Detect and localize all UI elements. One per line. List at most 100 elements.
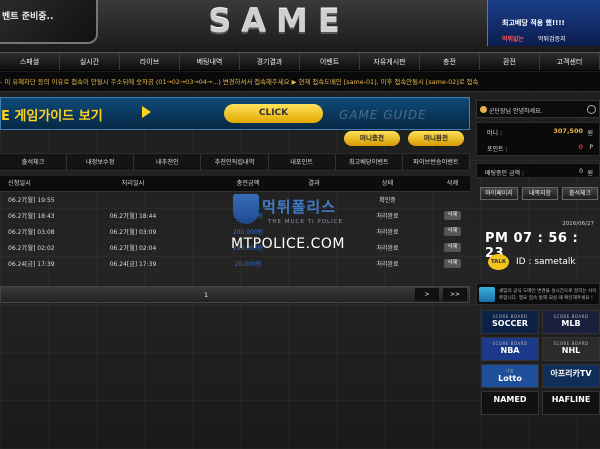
pagination: 1 > >> xyxy=(0,286,470,303)
domain-notice[interactable]: 새임의 공식 도메인 변경을 실시간으로 알리는 사이트입니다. 필요 접속 방… xyxy=(476,283,600,305)
bet-label: 배팅중인 금액 : xyxy=(485,170,524,177)
power-icon[interactable] xyxy=(587,105,596,114)
money-unit: 원 xyxy=(587,130,593,137)
cell-delete: 삭제 xyxy=(435,243,470,252)
notice-ticker: - 이 유혜차단 등의 이유로 접속이 안될시 주소뒤에 숫자끔 (01→02→… xyxy=(0,72,600,92)
cell-requested: 06.24[금] 17:39 xyxy=(8,261,55,268)
promo-banner[interactable]: 최고배당 적용 했!!!! 먹튀없는 먹튀검증지 xyxy=(487,0,600,46)
cell-requested: 06.27[월] 19:55 xyxy=(8,197,55,204)
betting-amount-box: 배팅중인 금액 : 0 원 xyxy=(476,163,600,178)
delete-button[interactable]: 삭제 xyxy=(444,211,461,220)
play-arrow-icon xyxy=(142,106,151,118)
delete-button[interactable]: 삭제 xyxy=(444,259,461,268)
afreecatv-link[interactable]: 아프리카TV xyxy=(542,364,600,388)
cell-processed: 06.24[금] 17:39 xyxy=(109,261,157,268)
watermark-english: THE MUCK TI POLICE xyxy=(268,219,344,225)
delete-button[interactable]: 삭제 xyxy=(444,227,461,236)
tab-edit-profile[interactable]: 내정보수정 xyxy=(67,154,135,170)
cell-amount: 20,000원 xyxy=(234,261,262,268)
col-delete: 삭제 xyxy=(446,180,459,187)
tab-five-win-event[interactable]: 파이브번승이벤트 xyxy=(403,154,470,170)
balance-box: 머니 : 307,500 원 포인트 : 0 P xyxy=(476,122,600,156)
nav-item-deposit[interactable]: 충전 xyxy=(420,53,480,70)
named-link[interactable]: NAMED xyxy=(481,391,539,415)
table-row: 06.24[금] 17:39 06.24[금] 17:39 20,000원 처리… xyxy=(0,256,470,272)
tab-attendance[interactable]: 출석체크 xyxy=(0,154,68,170)
cell-processed: 06.27[월] 02:04 xyxy=(109,245,157,252)
welcome-text: 군단장님 안녕하세요. xyxy=(489,108,543,115)
tab-odds-event[interactable]: 최고배당이벤트 xyxy=(336,154,403,170)
watermark-korean: 먹튀폴리스 xyxy=(262,198,337,216)
hafline-link[interactable]: HAFLINE xyxy=(542,391,600,415)
deposit-button[interactable]: 머니충전 xyxy=(344,131,400,146)
messages-button[interactable]: 내쪽지함 xyxy=(522,187,558,200)
point-value: 0 xyxy=(578,143,583,151)
cell-delete: 삭제 xyxy=(435,211,470,220)
cell-processed: 06.27[월] 03:09 xyxy=(109,229,157,236)
nav-item-special[interactable]: 스페셜 xyxy=(0,53,60,70)
cell-requested: 06.27[월] 18:43 xyxy=(8,213,55,220)
user-icon xyxy=(480,106,487,113)
promo-line: 먹튀검증지 xyxy=(538,36,566,43)
next-page-button[interactable]: > xyxy=(415,288,439,301)
cell-status: 처리완료 xyxy=(376,213,399,220)
nav-item-withdraw[interactable]: 환전 xyxy=(480,53,540,70)
cell-status: 확인중 xyxy=(379,197,396,204)
promo-line: 먹튀없는 xyxy=(502,36,525,43)
talk-icon: TALK xyxy=(488,254,509,270)
police-shield-icon xyxy=(233,194,259,224)
promo-line: 최고배당 적용 했!!!! xyxy=(502,19,565,27)
col-amount: 충전금액 xyxy=(236,180,260,187)
point-unit: P xyxy=(589,144,593,151)
page-number[interactable]: 1 xyxy=(204,291,208,299)
guide-click-button[interactable]: CLICK xyxy=(224,104,323,123)
clock-date: 2016/06/27 xyxy=(562,221,594,227)
nav-item-support[interactable]: 고객센터 xyxy=(540,53,600,70)
score-soccer-link[interactable]: SCORE BOARD SOCCER xyxy=(481,310,539,334)
cell-delete: 삭제 xyxy=(435,227,470,236)
mypage-tabs: 출석체크 내정보수정 내추천인 추천인직립내역 내포인트 최고배당이벤트 파이브… xyxy=(0,153,470,171)
welcome-box: 군단장님 안녕하세요. xyxy=(476,100,600,118)
lotto-link[interactable]: 나눔 Lotto xyxy=(481,364,539,388)
tab-points[interactable]: 내포인트 xyxy=(269,154,336,170)
event-banner-text: 벤트 준비중.. xyxy=(2,12,54,22)
col-result: 결과 xyxy=(308,180,320,187)
col-requested: 신청일시 xyxy=(8,180,31,187)
score-nba-link[interactable]: SCORE BOARD NBA xyxy=(481,337,539,361)
kakaotalk-contact[interactable]: TALK ID : sametalk xyxy=(488,254,600,273)
col-processed: 처리일시 xyxy=(121,180,145,187)
cell-processed: 06.27[월] 18:44 xyxy=(109,213,157,220)
main-nav: 스페셜 실시간 라이브 베팅내역 경기결과 이벤트 자유게시판 충전 환전 고객… xyxy=(0,52,600,71)
score-nhl-link[interactable]: SCORE BOARD NHL xyxy=(542,337,600,361)
nav-item-results[interactable]: 경기결과 xyxy=(240,53,300,70)
cell-status: 처리완료 xyxy=(376,229,399,236)
cell-requested: 06.27[월] 03:08 xyxy=(8,229,55,236)
cell-status: 처리완료 xyxy=(376,261,399,268)
bet-unit: 원 xyxy=(587,170,593,177)
withdraw-button[interactable]: 머니환전 xyxy=(408,131,464,146)
bet-value: 0 xyxy=(579,168,583,175)
guide-label: GAME GUIDE xyxy=(339,108,427,122)
nav-item-live-realtime[interactable]: 실시간 xyxy=(60,53,120,70)
event-banner[interactable]: 벤트 준비중.. xyxy=(0,0,98,44)
nav-item-bet-history[interactable]: 베팅내역 xyxy=(180,53,240,70)
mypage-button[interactable]: 마이페이지 xyxy=(480,187,518,200)
attendance-button[interactable]: 출석체크 xyxy=(562,187,598,200)
delete-button[interactable]: 삭제 xyxy=(444,243,461,252)
nav-item-board[interactable]: 자유게시판 xyxy=(360,53,420,70)
domain-notice-text: 새임의 공식 도메인 변경을 실시간으로 알리는 사이트입니다. 필요 접속 방… xyxy=(499,289,597,301)
last-page-button[interactable]: >> xyxy=(443,288,467,301)
score-mlb-link[interactable]: SCORE BOARD MLB xyxy=(542,310,600,334)
tab-referrals[interactable]: 내추천인 xyxy=(134,154,202,170)
tab-referral-history[interactable]: 추천인직립내역 xyxy=(201,154,269,170)
nav-item-event[interactable]: 이벤트 xyxy=(300,53,360,70)
money-value: 307,500 xyxy=(553,127,583,135)
game-guide-banner[interactable]: E 게임가이드 보기 CLICK GAME GUIDE xyxy=(0,97,470,130)
cell-requested: 06.27[월] 02:02 xyxy=(8,245,55,252)
site-logo[interactable]: SAME xyxy=(190,4,368,38)
watermark-url: MTPOLICE.COM xyxy=(231,236,345,252)
domain-icon xyxy=(479,287,495,302)
table-header: 신청일시 처리일시 충전금액 결과 상태 삭제 xyxy=(0,176,470,192)
guide-title: E 게임가이드 보기 xyxy=(1,109,103,124)
nav-item-live[interactable]: 라이브 xyxy=(120,53,180,70)
